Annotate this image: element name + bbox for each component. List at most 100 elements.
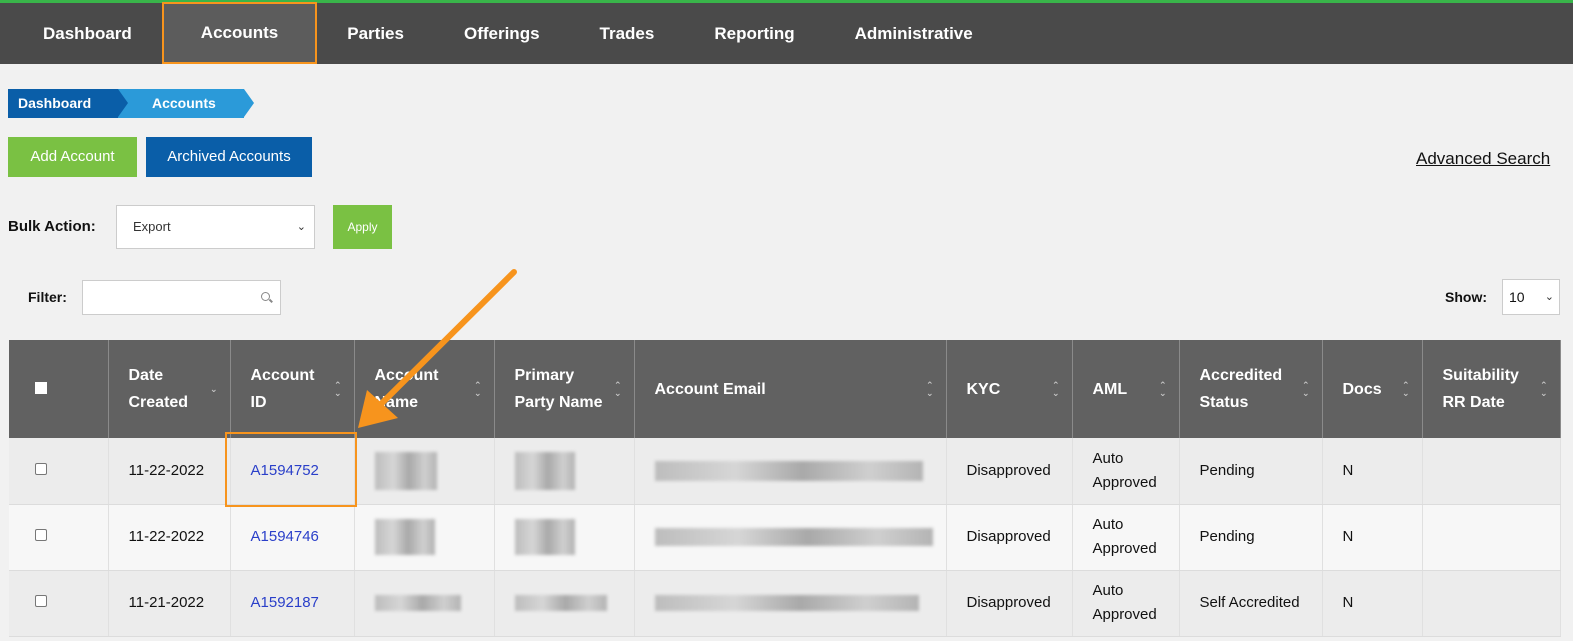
page-size-select[interactable]: 10 ⌄	[1502, 279, 1560, 315]
account-email-cell	[634, 438, 947, 505]
header-primary-party-name[interactable]: Primary Party Name ⌃ ⌄	[494, 340, 635, 438]
header-label: Date Created	[128, 367, 189, 411]
apply-button[interactable]: Apply	[333, 205, 392, 249]
nav-trades[interactable]: Trades	[570, 3, 685, 64]
primary-party-cell	[494, 570, 635, 637]
header-docs[interactable]: Docs ⌃ ⌄	[1322, 340, 1423, 438]
row-checkbox[interactable]	[35, 462, 47, 475]
account-email-cell	[634, 570, 947, 637]
nav-offerings[interactable]: Offerings	[434, 3, 570, 64]
kyc-cell: Disapproved	[946, 570, 1073, 637]
select-all-checkbox[interactable]	[35, 381, 47, 394]
row-checkbox[interactable]	[35, 529, 47, 541]
sort-icon: ⌃ ⌄	[925, 380, 934, 398]
accredited-cell: Pending	[1179, 504, 1323, 571]
sort-icon: ⌃ ⌄	[1051, 380, 1060, 398]
filter-input[interactable]	[82, 280, 281, 315]
kyc-cell: Disapproved	[946, 504, 1073, 571]
date-created-cell: 11-22-2022	[108, 438, 231, 505]
header-label: Account ID	[250, 367, 315, 411]
show-label: Show:	[1445, 289, 1487, 305]
row-select-cell	[9, 438, 109, 505]
sort-icon: ⌃ ⌄	[1301, 380, 1310, 398]
account-id-link[interactable]: A1594746	[251, 528, 319, 545]
bulk-action-select[interactable]: Export ⌄	[116, 205, 315, 249]
select-all-header	[9, 340, 109, 438]
table-row: 11-22-2022 A1594746 Disapproved Auto App…	[9, 504, 1561, 571]
chevron-down-icon: ⌄	[296, 221, 306, 233]
nav-dashboard[interactable]: Dashboard	[0, 3, 162, 64]
bulk-action-value: Export	[133, 219, 171, 234]
accredited-cell: Pending	[1179, 438, 1323, 505]
primary-party-cell	[494, 504, 635, 571]
kyc-cell: Disapproved	[946, 438, 1073, 505]
chevron-down-icon: ⌄	[1544, 291, 1554, 303]
row-checkbox[interactable]	[35, 595, 47, 607]
nav-administrative[interactable]: Administrative	[825, 3, 1003, 64]
main-nav: Dashboard Accounts Parties Offerings Tra…	[0, 2, 1003, 64]
header-label: KYC	[966, 380, 1001, 398]
header-label: Account Name	[374, 367, 439, 411]
redacted-text	[514, 451, 575, 490]
sort-icon: ⌃ ⌄	[613, 380, 622, 398]
header-account-id[interactable]: Account ID ⌃ ⌄	[230, 340, 355, 438]
nav-accounts[interactable]: Accounts	[161, 2, 318, 64]
search-icon	[261, 292, 270, 301]
account-id-link[interactable]: A1592187	[251, 594, 319, 611]
breadcrumb-dashboard[interactable]: Dashboard	[8, 89, 128, 118]
header-label: Primary Party Name	[514, 367, 603, 411]
header-suitability-rr-date[interactable]: Suitability RR Date ⌃ ⌄	[1422, 340, 1561, 438]
sort-desc-icon: ⌄	[209, 384, 218, 394]
aml-cell: Auto Approved	[1072, 438, 1180, 505]
account-email-cell	[634, 504, 947, 571]
rr-date-cell	[1422, 438, 1561, 505]
header-label: Accredited Status	[1199, 367, 1283, 411]
nav-parties[interactable]: Parties	[317, 3, 434, 64]
table-header-row: Date Created ⌄ Account ID ⌃ ⌄ Account Name ⌃…	[9, 340, 1561, 438]
table-row: 11-22-2022 A1594752 Disapproved Auto App…	[9, 438, 1561, 505]
header-accredited-status[interactable]: Accredited Status ⌃ ⌄	[1179, 340, 1323, 438]
docs-cell: N	[1322, 438, 1423, 505]
nav-reporting[interactable]: Reporting	[684, 3, 824, 64]
redacted-text	[514, 595, 607, 612]
bulk-action-label: Bulk Action:	[8, 218, 96, 235]
top-nav-bar: Dashboard Accounts Parties Offerings Tra…	[0, 0, 1573, 64]
account-id-cell: A1594746	[230, 504, 355, 571]
redacted-text	[374, 595, 461, 612]
date-created-cell: 11-21-2022	[108, 570, 231, 637]
docs-cell: N	[1322, 570, 1423, 637]
aml-cell: Auto Approved	[1072, 570, 1180, 637]
account-name-cell	[354, 504, 495, 571]
header-label: AML	[1092, 380, 1128, 398]
header-kyc[interactable]: KYC ⌃ ⌄	[946, 340, 1073, 438]
header-label: Account Email	[654, 380, 766, 398]
redacted-text	[654, 460, 923, 481]
header-label: Suitability RR Date	[1442, 367, 1519, 411]
header-label: Docs	[1342, 380, 1382, 398]
filter-label: Filter:	[28, 289, 67, 305]
account-name-cell	[354, 570, 495, 637]
archived-accounts-button[interactable]: Archived Accounts	[146, 137, 312, 177]
header-account-email[interactable]: Account Email ⌃ ⌄	[634, 340, 947, 438]
account-name-cell	[354, 438, 495, 505]
redacted-text	[654, 528, 933, 547]
accounts-table: Date Created ⌄ Account ID ⌃ ⌄ Account Name ⌃…	[9, 340, 1561, 637]
date-created-cell: 11-22-2022	[108, 504, 231, 571]
breadcrumb: Dashboard Accounts	[8, 89, 254, 118]
account-id-link[interactable]: A1594752	[251, 462, 319, 479]
advanced-search-link[interactable]: Advanced Search	[1416, 149, 1550, 169]
redacted-text	[514, 519, 575, 555]
sort-icon: ⌃ ⌄	[333, 380, 342, 398]
sort-icon: ⌃ ⌄	[1539, 380, 1548, 398]
add-account-button[interactable]: Add Account	[8, 137, 137, 177]
aml-cell: Auto Approved	[1072, 504, 1180, 571]
docs-cell: N	[1322, 504, 1423, 571]
header-date-created[interactable]: Date Created ⌄	[108, 340, 231, 438]
header-aml[interactable]: AML ⌃ ⌄	[1072, 340, 1180, 438]
sort-icon: ⌃ ⌄	[473, 380, 482, 398]
accredited-cell: Self Accredited	[1179, 570, 1323, 637]
rr-date-cell	[1422, 570, 1561, 637]
sort-icon: ⌃ ⌄	[1401, 380, 1410, 398]
row-select-cell	[9, 504, 109, 571]
header-account-name[interactable]: Account Name ⌃ ⌄	[354, 340, 495, 438]
